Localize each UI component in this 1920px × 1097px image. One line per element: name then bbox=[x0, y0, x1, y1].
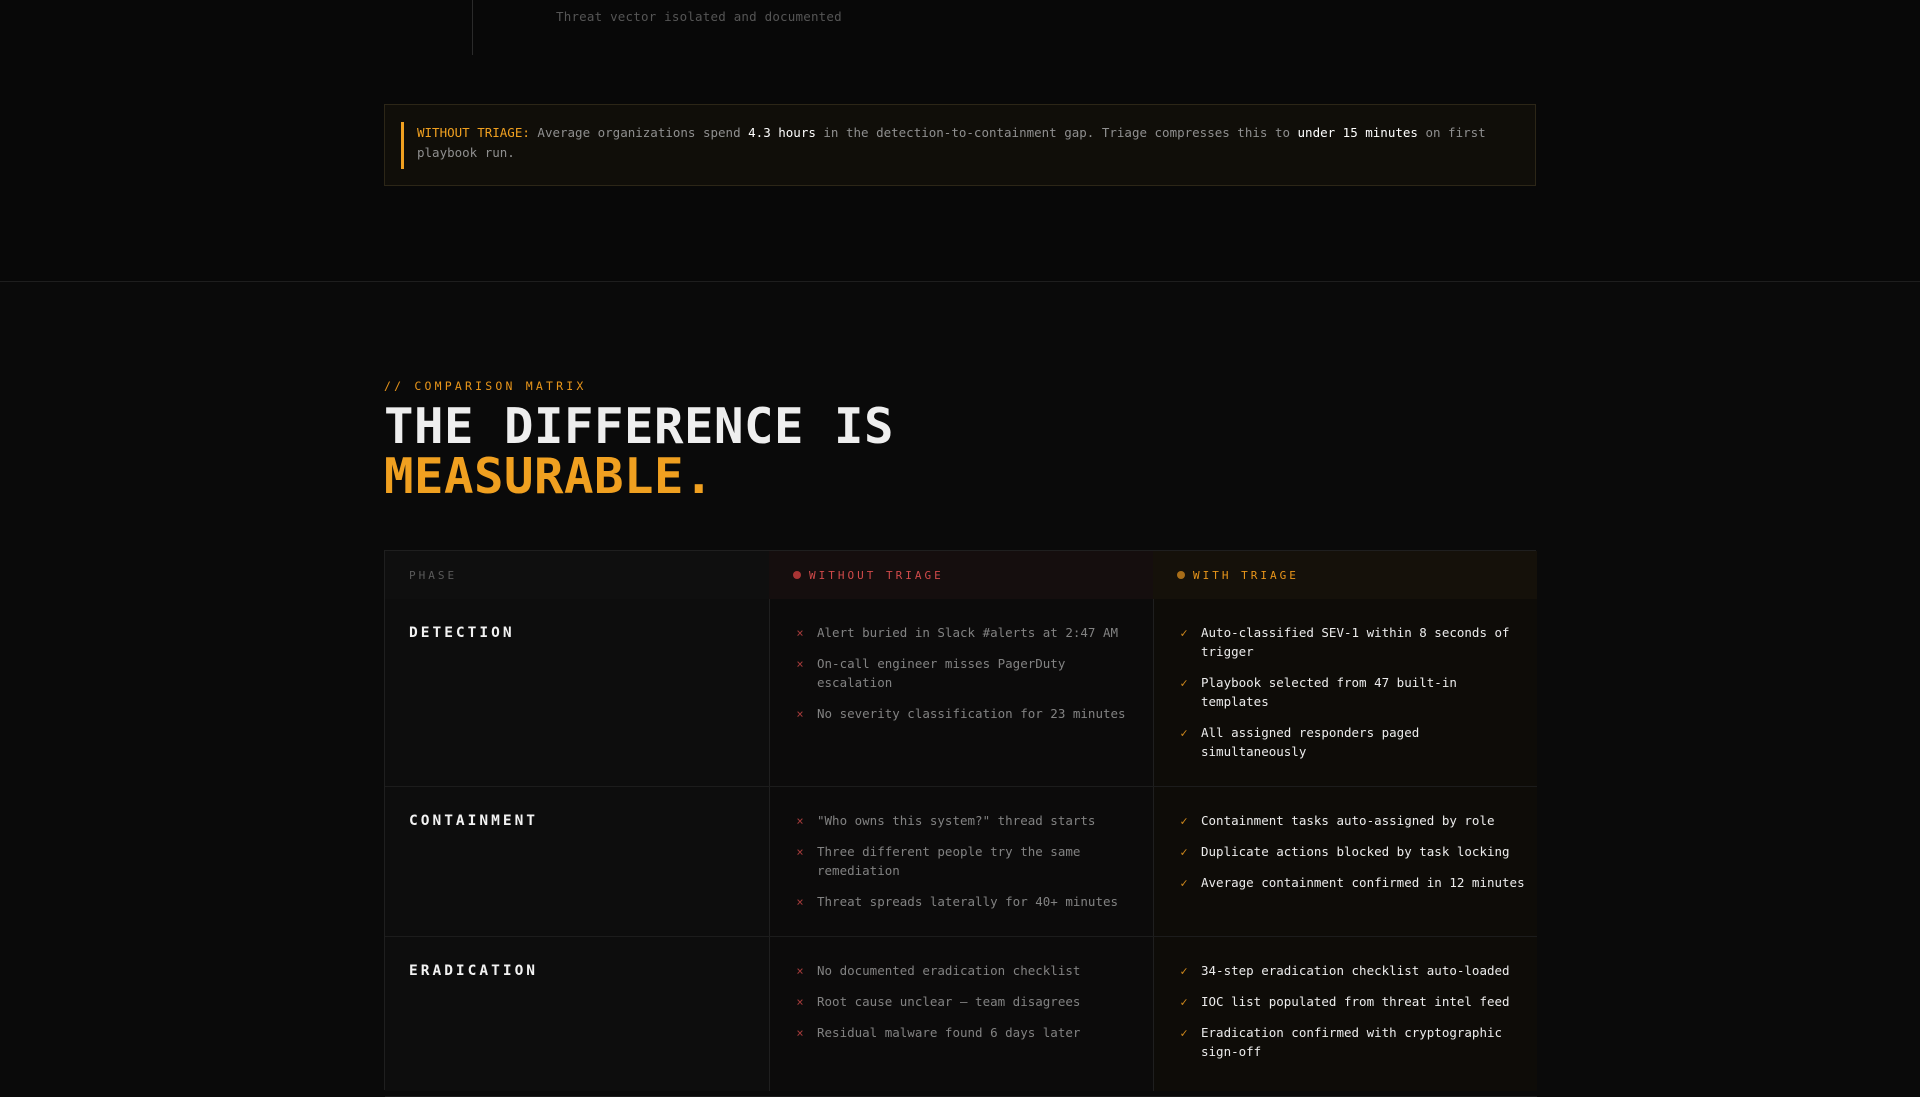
check-mark-icon: ✓ bbox=[1180, 814, 1188, 828]
item-text: Auto-classified SEV-1 within 8 seconds o… bbox=[1201, 625, 1510, 659]
list-item: ✓ Duplicate actions blocked by task locki… bbox=[1177, 842, 1527, 861]
x-mark-icon: × bbox=[796, 626, 804, 640]
section-headline: THE DIFFERENCE IS MEASURABLE. bbox=[384, 402, 894, 502]
phase-name: DETECTION bbox=[409, 625, 515, 641]
x-mark-icon: × bbox=[796, 814, 804, 828]
item-text: No severity classification for 23 minute… bbox=[817, 706, 1126, 721]
phase-name: ERADICATION bbox=[409, 963, 539, 979]
x-mark-icon: × bbox=[796, 964, 804, 978]
callout-highlight-minutes: under 15 minutes bbox=[1297, 125, 1418, 140]
timeline-step-caption: Threat vector isolated and documented bbox=[556, 9, 842, 24]
matrix-header-row: PHASE WITHOUT TRIAGE WITH TRIAGE bbox=[385, 551, 1537, 599]
list-item: × Residual malware found 6 days later bbox=[793, 1023, 1143, 1042]
headline-line-1: THE DIFFERENCE IS bbox=[384, 398, 895, 455]
without-triage-list: × No documented eradication checklist × Ro… bbox=[793, 961, 1143, 1054]
check-mark-icon: ✓ bbox=[1180, 1026, 1188, 1040]
callout-highlight-hours: 4.3 hours bbox=[748, 125, 816, 140]
item-text: All assigned responders paged simultaneo… bbox=[1201, 725, 1420, 759]
header-with-triage: WITH TRIAGE bbox=[1153, 551, 1537, 599]
item-text: Three different people try the same reme… bbox=[817, 844, 1081, 878]
check-mark-icon: ✓ bbox=[1180, 676, 1188, 690]
timeline-section: Threat vector isolated and documented WI… bbox=[0, 0, 1920, 282]
check-mark-icon: ✓ bbox=[1180, 726, 1188, 740]
phase-name: CONTAINMENT bbox=[409, 813, 539, 829]
header-without-label: WITHOUT TRIAGE bbox=[809, 568, 944, 582]
callout-text-1: Average organizations spend bbox=[529, 125, 749, 140]
item-text: Root cause unclear — team disagrees bbox=[817, 994, 1081, 1009]
x-mark-icon: × bbox=[796, 895, 804, 909]
header-phase-label: PHASE bbox=[409, 568, 458, 582]
matrix-row-eradication: ERADICATION × No documented eradication c… bbox=[385, 937, 1537, 1097]
list-item: ✓ IOC list populated from threat intel fe… bbox=[1177, 992, 1527, 1011]
item-text: IOC list populated from threat intel fee… bbox=[1201, 994, 1510, 1009]
list-item: × "Who owns this system?" thread starts bbox=[793, 811, 1143, 830]
callout-label: WITHOUT TRIAGE: bbox=[417, 125, 530, 140]
comparison-matrix: PHASE WITHOUT TRIAGE WITH TRIAGE DETECTI… bbox=[384, 550, 1537, 1097]
list-item: ✓ Average containment confirmed in 12 min… bbox=[1177, 873, 1527, 892]
list-item: × No severity classification for 23 minut… bbox=[793, 704, 1143, 723]
list-item: × No documented eradication checklist bbox=[793, 961, 1143, 980]
check-mark-icon: ✓ bbox=[1180, 995, 1188, 1009]
without-triage-list: × "Who owns this system?" thread starts ×… bbox=[793, 811, 1143, 923]
check-mark-icon: ✓ bbox=[1180, 964, 1188, 978]
header-without-triage: WITHOUT TRIAGE bbox=[769, 551, 1153, 599]
without-triage-callout: WITHOUT TRIAGE: Average organizations sp… bbox=[384, 104, 1536, 186]
x-mark-icon: × bbox=[796, 657, 804, 671]
item-text: Residual malware found 6 days later bbox=[817, 1025, 1081, 1040]
with-triage-list: ✓ 34-step eradication checklist auto-load… bbox=[1177, 961, 1527, 1073]
list-item: ✓ Auto-classified SEV-1 within 8 seconds … bbox=[1177, 623, 1527, 661]
item-text: No documented eradication checklist bbox=[817, 963, 1081, 978]
check-mark-icon: ✓ bbox=[1180, 876, 1188, 890]
list-item: × Root cause unclear — team disagrees bbox=[793, 992, 1143, 1011]
headline-line-2: MEASURABLE. bbox=[384, 448, 715, 505]
amber-dot-icon bbox=[1177, 571, 1185, 579]
item-text: Duplicate actions blocked by task lockin… bbox=[1201, 844, 1510, 859]
x-mark-icon: × bbox=[796, 707, 804, 721]
item-text: On-call engineer misses PagerDuty escala… bbox=[817, 656, 1066, 690]
red-dot-icon bbox=[793, 571, 801, 579]
item-text: Eradication confirmed with cryptographic… bbox=[1201, 1025, 1503, 1059]
item-text: Average containment confirmed in 12 minu… bbox=[1201, 875, 1525, 890]
callout-text-2: in the detection-to-containment gap. Tri… bbox=[815, 125, 1298, 140]
item-text: Alert buried in Slack #alerts at 2:47 AM bbox=[817, 625, 1119, 640]
x-mark-icon: × bbox=[796, 1026, 804, 1040]
list-item: × Alert buried in Slack #alerts at 2:47 A… bbox=[793, 623, 1143, 642]
list-item: ✓ Eradication confirmed with cryptographi… bbox=[1177, 1023, 1527, 1061]
list-item: ✓ All assigned responders paged simultane… bbox=[1177, 723, 1527, 761]
item-text: Playbook selected from 47 built-in templ… bbox=[1201, 675, 1457, 709]
list-item: × Threat spreads laterally for 40+ minute… bbox=[793, 892, 1143, 911]
section-eyebrow: // COMPARISON MATRIX bbox=[384, 379, 587, 393]
item-text: Threat spreads laterally for 40+ minutes bbox=[817, 894, 1119, 909]
check-mark-icon: ✓ bbox=[1180, 626, 1188, 640]
item-text: 34-step eradication checklist auto-loade… bbox=[1201, 963, 1510, 978]
x-mark-icon: × bbox=[796, 845, 804, 859]
list-item: × Three different people try the same rem… bbox=[793, 842, 1143, 880]
x-mark-icon: × bbox=[796, 995, 804, 1009]
header-phase: PHASE bbox=[385, 551, 769, 599]
check-mark-icon: ✓ bbox=[1180, 845, 1188, 859]
callout-accent-bar bbox=[401, 122, 404, 169]
matrix-row-detection: DETECTION × Alert buried in Slack #alerts… bbox=[385, 599, 1537, 787]
with-triage-list: ✓ Auto-classified SEV-1 within 8 seconds … bbox=[1177, 623, 1527, 773]
list-item: × On-call engineer misses PagerDuty escal… bbox=[793, 654, 1143, 692]
header-with-label: WITH TRIAGE bbox=[1193, 568, 1299, 582]
timeline-line bbox=[472, 0, 473, 55]
item-text: Containment tasks auto-assigned by role bbox=[1201, 813, 1495, 828]
list-item: ✓ 34-step eradication checklist auto-load… bbox=[1177, 961, 1527, 980]
matrix-row-containment: CONTAINMENT × "Who owns this system?" thr… bbox=[385, 787, 1537, 937]
item-text: "Who owns this system?" thread starts bbox=[817, 813, 1096, 828]
list-item: ✓ Playbook selected from 47 built-in temp… bbox=[1177, 673, 1527, 711]
without-triage-list: × Alert buried in Slack #alerts at 2:47 A… bbox=[793, 623, 1143, 735]
with-triage-list: ✓ Containment tasks auto-assigned by role… bbox=[1177, 811, 1527, 904]
list-item: ✓ Containment tasks auto-assigned by role bbox=[1177, 811, 1527, 830]
